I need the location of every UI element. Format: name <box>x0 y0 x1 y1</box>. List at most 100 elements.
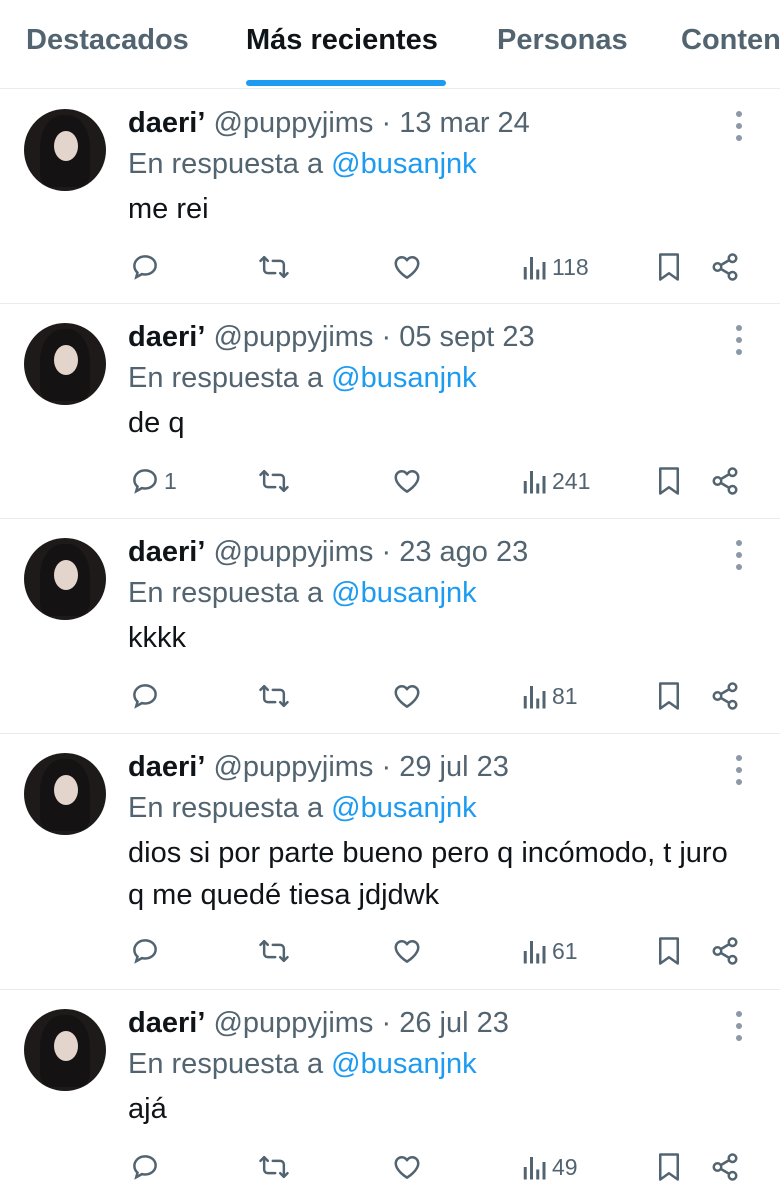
share-icon <box>712 937 738 965</box>
avatar[interactable] <box>24 1009 106 1091</box>
display-name[interactable]: daeri’ <box>128 321 205 353</box>
mention-link[interactable]: @busanjnk <box>331 577 477 609</box>
bookmark-button[interactable] <box>656 247 682 287</box>
bookmark-icon <box>659 682 679 710</box>
avatar[interactable] <box>24 323 106 405</box>
tweet-actions: 81 <box>0 676 780 716</box>
avatar[interactable] <box>24 538 106 620</box>
user-handle[interactable]: @puppyjims <box>213 107 373 139</box>
tab-contenido[interactable]: Contenido <box>681 24 780 57</box>
tab-destacados[interactable]: Destacados <box>26 24 189 57</box>
mention-link[interactable]: @busanjnk <box>331 1048 477 1080</box>
bookmark-button[interactable] <box>656 676 682 716</box>
display-name[interactable]: daeri’ <box>128 1007 205 1039</box>
retweet-button[interactable] <box>258 461 290 501</box>
views-button[interactable]: 81 <box>522 676 578 716</box>
share-button[interactable] <box>710 247 740 287</box>
share-button[interactable] <box>710 931 740 971</box>
retweet-icon <box>259 684 289 708</box>
retweet-icon <box>259 939 289 963</box>
reply-button[interactable]: 1 <box>130 461 177 501</box>
mention-link[interactable]: @busanjnk <box>331 792 477 824</box>
user-handle[interactable]: @puppyjims <box>213 321 373 353</box>
share-button[interactable] <box>710 461 740 501</box>
retweet-button[interactable] <box>258 676 290 716</box>
separator-dot: · <box>381 536 392 568</box>
views-button[interactable]: 118 <box>522 247 589 287</box>
tweet-actions: 61 <box>0 931 780 971</box>
retweet-icon <box>259 255 289 279</box>
like-button[interactable] <box>392 931 422 971</box>
tweet[interactable]: daeri’ @puppyjims · 29 jul 23 En respues… <box>0 733 780 990</box>
tab-personas[interactable]: Personas <box>497 24 628 57</box>
separator-dot: · <box>381 107 392 139</box>
retweet-icon <box>259 1155 289 1179</box>
bookmark-icon <box>659 937 679 965</box>
like-button[interactable] <box>392 676 422 716</box>
bookmark-button[interactable] <box>656 931 682 971</box>
more-icon[interactable] <box>734 109 744 143</box>
reply-prefix: En respuesta a <box>128 792 324 824</box>
retweet-button[interactable] <box>258 1147 290 1187</box>
mention-link[interactable]: @busanjnk <box>331 362 477 394</box>
tweet-date[interactable]: 05 sept 23 <box>399 321 534 353</box>
share-icon <box>712 467 738 495</box>
like-button[interactable] <box>392 1147 422 1187</box>
display-name[interactable]: daeri’ <box>128 751 205 783</box>
views-button[interactable]: 61 <box>522 931 578 971</box>
tweet[interactable]: daeri’ @puppyjims · 26 jul 23 En respues… <box>0 989 780 1200</box>
tweet-date[interactable]: 13 mar 24 <box>399 107 530 139</box>
reply-icon <box>133 469 157 494</box>
more-icon[interactable] <box>734 1009 744 1043</box>
separator-dot: · <box>381 751 392 783</box>
reply-button[interactable] <box>130 1147 164 1187</box>
tweet-header: daeri’ @puppyjims · 26 jul 23 <box>128 1005 509 1041</box>
more-icon[interactable] <box>734 323 744 357</box>
share-icon <box>712 1153 738 1181</box>
retweet-button[interactable] <box>258 247 290 287</box>
reply-context: En respuesta a @busanjnk <box>128 146 477 182</box>
reply-icon <box>133 255 157 280</box>
views-icon <box>523 686 546 709</box>
tweet-text: kkkk <box>128 622 186 654</box>
user-handle[interactable]: @puppyjims <box>213 751 373 783</box>
bookmark-button[interactable] <box>656 1147 682 1187</box>
separator-dot: · <box>381 321 392 353</box>
tweet[interactable]: daeri’ @puppyjims · 05 sept 23 En respue… <box>0 303 780 519</box>
tweet-date[interactable]: 26 jul 23 <box>399 1007 509 1039</box>
like-icon <box>394 940 420 963</box>
tweet-actions: 118 <box>0 247 780 287</box>
avatar[interactable] <box>24 753 106 835</box>
bookmark-button[interactable] <box>656 461 682 501</box>
like-button[interactable] <box>392 461 422 501</box>
tweet-date[interactable]: 23 ago 23 <box>399 536 528 568</box>
tweet-date[interactable]: 29 jul 23 <box>399 751 509 783</box>
tab-mas-recientes[interactable]: Más recientes <box>246 24 438 57</box>
reply-button[interactable] <box>130 676 164 716</box>
user-handle[interactable]: @puppyjims <box>213 1007 373 1039</box>
more-icon[interactable] <box>734 753 744 787</box>
tweet-text: me rei <box>128 193 209 225</box>
reply-button[interactable] <box>130 247 164 287</box>
retweet-button[interactable] <box>258 931 290 971</box>
display-name[interactable]: daeri’ <box>128 536 205 568</box>
bookmark-icon <box>659 253 679 281</box>
views-button[interactable]: 241 <box>522 461 590 501</box>
reply-button[interactable] <box>130 931 164 971</box>
avatar[interactable] <box>24 109 106 191</box>
reply-icon <box>133 1155 157 1180</box>
display-name[interactable]: daeri’ <box>128 107 205 139</box>
user-handle[interactable]: @puppyjims <box>213 536 373 568</box>
tweet[interactable]: daeri’ @puppyjims · 23 ago 23 En respues… <box>0 518 780 734</box>
more-icon[interactable] <box>734 538 744 572</box>
share-button[interactable] <box>710 1147 740 1187</box>
mention-link[interactable]: @busanjnk <box>331 148 477 180</box>
share-button[interactable] <box>710 676 740 716</box>
reply-count: 1 <box>164 467 177 494</box>
reply-context: En respuesta a @busanjnk <box>128 1046 477 1082</box>
tweet[interactable]: daeri’ @puppyjims · 13 mar 24 En respues… <box>0 89 780 304</box>
views-button[interactable]: 49 <box>522 1147 578 1187</box>
view-count: 61 <box>552 937 578 964</box>
reply-context: En respuesta a @busanjnk <box>128 360 477 396</box>
like-button[interactable] <box>392 247 422 287</box>
